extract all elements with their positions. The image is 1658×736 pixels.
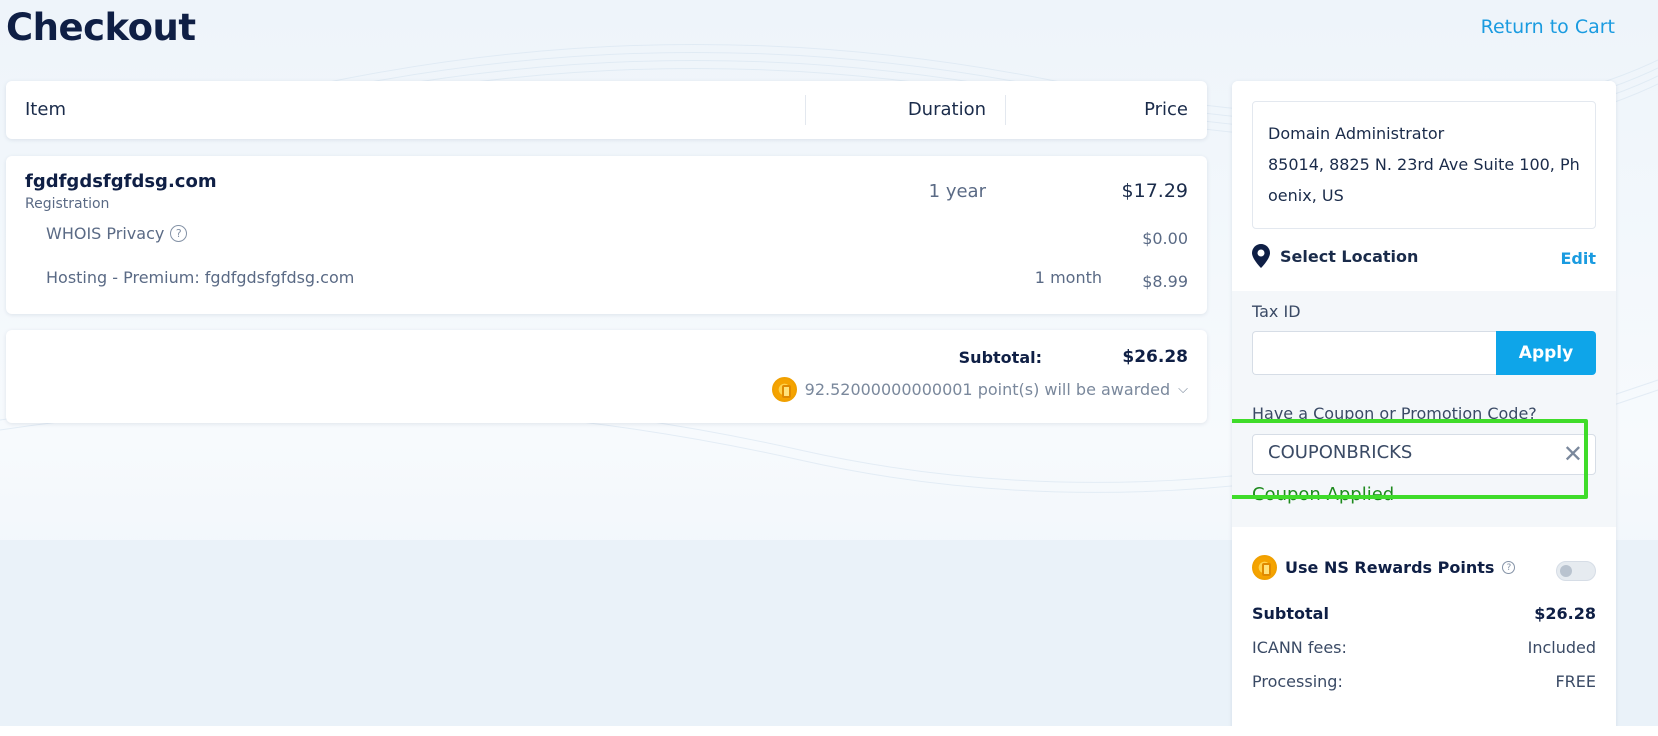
- apply-tax-button[interactable]: Apply: [1496, 331, 1596, 375]
- address-line-1: 85014, 8825 N. 23rd Ave Suite 100, Ph: [1268, 155, 1580, 174]
- icann-fees-value: Included: [1527, 638, 1596, 657]
- sidebar-subtotal-row: Subtotal $26.28: [1252, 604, 1596, 623]
- header-divider: [805, 95, 806, 125]
- hosting-price: $8.99: [1142, 272, 1188, 291]
- codes-section: Tax ID Apply Have a Coupon or Promotion …: [1232, 291, 1616, 527]
- domain-name: fgdfgdsfgfdsg.com: [25, 171, 217, 192]
- toggle-knob: [1560, 565, 1572, 577]
- sidebar-subtotal-label: Subtotal: [1252, 604, 1329, 623]
- points-awarded-text: 92.52000000000001 point(s) will be award…: [804, 380, 1171, 399]
- tax-id-label: Tax ID: [1252, 302, 1301, 321]
- page-title: Checkout: [6, 6, 196, 49]
- coupon-status: Coupon Applied: [1252, 484, 1395, 505]
- order-sidebar: Domain Administrator 85014, 8825 N. 23rd…: [1232, 81, 1616, 736]
- icann-fees-label: ICANN fees:: [1252, 638, 1347, 657]
- address-line-2: oenix, US: [1268, 186, 1344, 205]
- question-icon[interactable]: ?: [1502, 561, 1516, 574]
- rewards-label: Use NS Rewards Points: [1285, 558, 1495, 577]
- chevron-down-icon: ⌵: [1178, 382, 1188, 397]
- processing-value: FREE: [1555, 672, 1596, 691]
- address-name: Domain Administrator: [1268, 124, 1445, 143]
- subtotal-label: Subtotal:: [958, 348, 1042, 367]
- select-location-label: Select Location: [1280, 246, 1419, 266]
- rewards-toggle[interactable]: [1556, 561, 1596, 581]
- question-icon[interactable]: ?: [170, 225, 188, 242]
- cart-table-header: Item Duration Price: [6, 81, 1207, 139]
- header-divider: [1005, 95, 1006, 125]
- coupon-value: COUPONBRICKS: [1268, 442, 1413, 463]
- domain-duration: 1 year: [928, 181, 986, 202]
- whois-privacy-price: $0.00: [1142, 229, 1188, 248]
- coin-icon: [771, 377, 797, 402]
- address-section: Domain Administrator 85014, 8825 N. 23rd…: [1232, 81, 1616, 291]
- close-icon[interactable]: ✕: [1563, 442, 1583, 466]
- coin-icon: [1252, 555, 1277, 580]
- processing-label: Processing:: [1252, 672, 1343, 691]
- sidebar-subtotal-value: $26.28: [1534, 604, 1596, 623]
- edit-address-link[interactable]: Edit: [1560, 249, 1596, 268]
- tax-id-input[interactable]: [1252, 331, 1496, 375]
- coupon-label: Have a Coupon or Promotion Code?: [1252, 404, 1537, 423]
- return-to-cart-link[interactable]: Return to Cart: [1481, 16, 1615, 38]
- subtotal-value: $26.28: [1122, 347, 1188, 367]
- cart-subtotal: Subtotal: $26.28 92.52000000000001 point…: [6, 330, 1207, 423]
- page-bottom-edge: [0, 726, 1658, 736]
- whois-privacy-row: WHOIS Privacy ?: [46, 224, 188, 243]
- header-item: Item: [25, 99, 66, 120]
- select-location-row[interactable]: Select Location: [1252, 244, 1418, 268]
- icann-fees-row: ICANN fees: Included: [1252, 638, 1596, 657]
- domain-price: $17.29: [1121, 180, 1188, 202]
- processing-row: Processing: FREE: [1252, 672, 1596, 691]
- cart-items: fgdfgdsfgfdsg.com Registration 1 year $1…: [6, 156, 1207, 314]
- rewards-row: Use NS Rewards Points ?: [1252, 555, 1516, 580]
- whois-privacy-label: WHOIS Privacy: [46, 224, 165, 243]
- domain-type: Registration: [25, 196, 110, 212]
- location-pin-icon: [1252, 244, 1270, 268]
- hosting-duration: 1 month: [1034, 268, 1102, 287]
- points-awarded-toggle[interactable]: 92.52000000000001 point(s) will be award…: [771, 377, 1188, 402]
- address-box: Domain Administrator 85014, 8825 N. 23rd…: [1252, 101, 1596, 229]
- totals-section: Use NS Rewards Points ? Subtotal $26.28 …: [1232, 527, 1616, 736]
- header-duration: Duration: [907, 99, 986, 120]
- hosting-label: Hosting - Premium: fgdfgdsfgfdsg.com: [46, 268, 355, 287]
- coupon-input[interactable]: COUPONBRICKS ✕: [1252, 434, 1596, 475]
- header-price: Price: [1144, 99, 1188, 120]
